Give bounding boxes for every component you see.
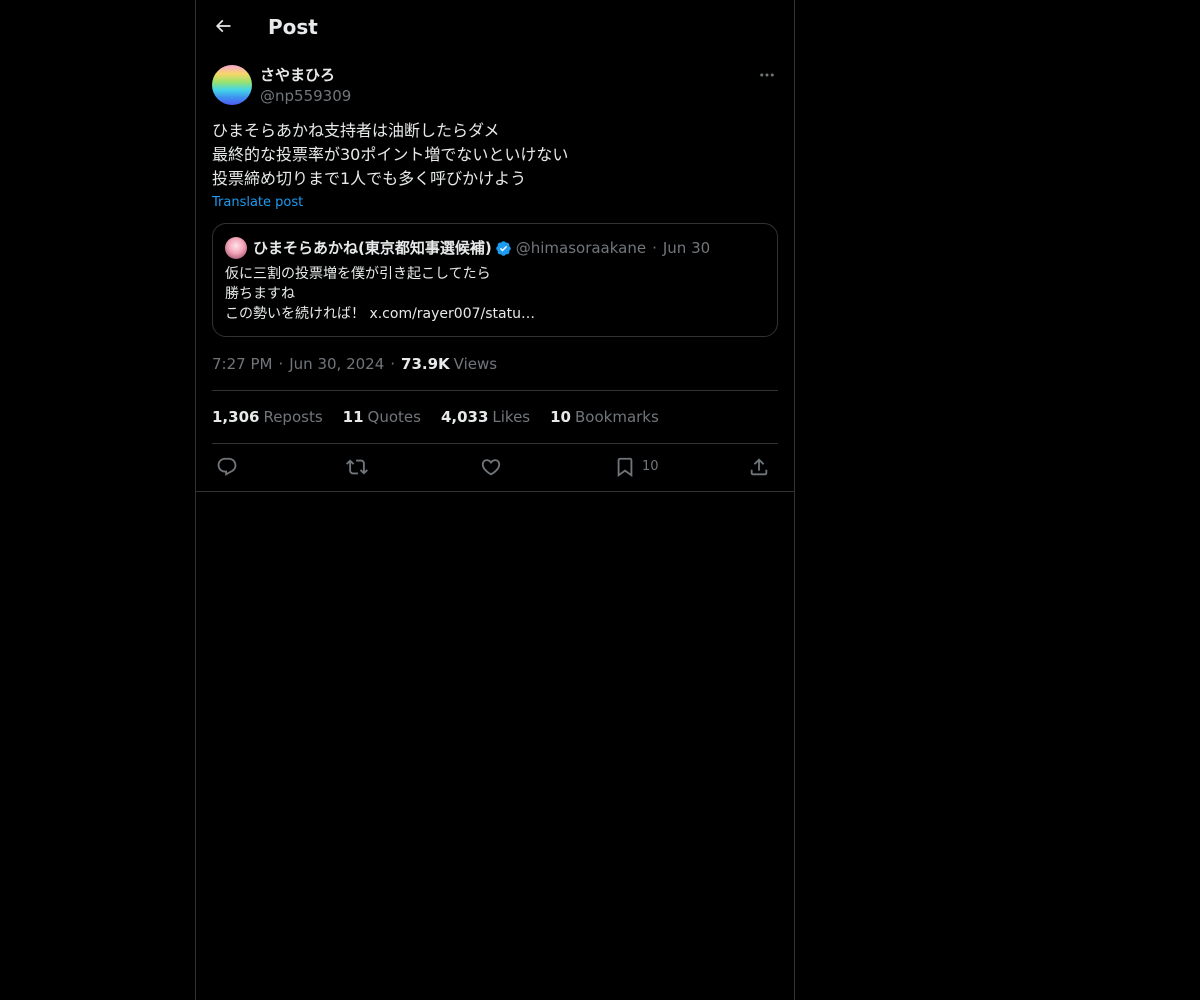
post-actions: 10 (212, 454, 778, 480)
author-handle[interactable]: @np559309 (260, 86, 351, 106)
share-icon (750, 458, 768, 476)
post-text-line: 最終的な投票率が30ポイント増でないといけない (212, 145, 569, 164)
back-button[interactable] (208, 11, 238, 41)
quoted-post-text: 仮に三割の投票増を僕が引き起こしてたら 勝ちますね この勢いを続ければ！ x.c… (225, 264, 765, 324)
bookmarks-count: 10 (550, 408, 571, 426)
quoted-author-name: ひまそらあかね(東京都知事選候補) (253, 239, 492, 257)
post-date[interactable]: Jun 30, 2024 (289, 354, 384, 374)
reply-icon (217, 457, 237, 476)
quoted-avatar (225, 237, 247, 259)
bookmark-icon (617, 457, 633, 478)
post-meta: 7:27 PM · Jun 30, 2024 · 73.9K Views (212, 354, 497, 374)
quotes-label: Quotes (367, 408, 421, 426)
reposts-stat-link[interactable]: 1,306 Reposts (212, 407, 323, 427)
bookmarks-stat-link[interactable]: 10 Bookmarks (550, 407, 659, 427)
likes-label: Likes (492, 408, 531, 426)
heart-icon (481, 459, 501, 476)
page-title: Post (268, 15, 318, 39)
views-label: Views (453, 355, 498, 373)
verified-badge-icon (495, 240, 512, 257)
page-header: Post (196, 0, 794, 53)
quotes-count: 11 (342, 408, 364, 426)
post-time[interactable]: 7:27 PM (212, 354, 272, 374)
more-options-button[interactable] (756, 64, 778, 86)
post-text-line: ひまそらあかね支持者は油断したらダメ (212, 121, 500, 140)
quoted-text-line: 勝ちますね (225, 286, 295, 302)
quoted-post-header: ひまそらあかね(東京都知事選候補) @himasoraakane · Jun 3… (225, 236, 710, 260)
reply-button[interactable] (216, 454, 238, 480)
translate-post-link[interactable]: Translate post (212, 194, 303, 212)
more-horizontal-icon (760, 73, 774, 77)
quoted-post-date: Jun 30 (662, 239, 711, 257)
bookmark-count: 10 (642, 459, 659, 474)
reposts-count: 1,306 (212, 408, 260, 426)
quoted-post-card[interactable]: ひまそらあかね(東京都知事選候補) @himasoraakane · Jun 3… (212, 223, 778, 337)
divider (212, 390, 778, 391)
views-count: 73.9K (401, 355, 450, 373)
meta-separator: · (390, 355, 396, 373)
post-author: さやまひろ @np559309 (212, 64, 778, 108)
avatar[interactable] (212, 65, 252, 105)
arrow-left-icon (215, 19, 231, 33)
quoted-text-line: この勢いを続ければ！ x.com/rayer007/statu… (225, 306, 535, 322)
like-button[interactable] (480, 454, 502, 480)
post-stats: 1,306 Reposts 11 Quotes 4,033 Likes 10 Bookm… (212, 407, 679, 427)
quoted-author-handle: @himasoraakane (515, 239, 647, 257)
main-column: Post さやまひろ @np559309 ひまそらあかね支持者は油断したらダメ … (195, 0, 795, 1000)
post-text-line: 投票締め切りまで1人でも多く呼びかけよう (212, 169, 527, 188)
post-bottom-border (196, 491, 794, 492)
meta-separator: · (278, 355, 284, 373)
quoted-text-line: 仮に三割の投票増を僕が引き起こしてたら (225, 266, 491, 282)
bookmark-button[interactable]: 10 (614, 454, 659, 480)
likes-stat-link[interactable]: 4,033 Likes (441, 407, 530, 427)
likes-count: 4,033 (440, 408, 489, 426)
divider (212, 443, 778, 444)
quoted-separator: · (652, 239, 657, 257)
repost-icon (346, 459, 368, 475)
reposts-label: Reposts (263, 408, 323, 426)
repost-button[interactable] (346, 454, 368, 480)
share-button[interactable] (748, 454, 770, 480)
post-text: ひまそらあかね支持者は油断したらダメ 最終的な投票率が30ポイント増でないといけ… (212, 119, 778, 191)
bookmarks-label: Bookmarks (575, 408, 659, 426)
author-display-name[interactable]: さやまひろ (260, 65, 335, 85)
quotes-stat-link[interactable]: 11 Quotes (343, 407, 421, 427)
